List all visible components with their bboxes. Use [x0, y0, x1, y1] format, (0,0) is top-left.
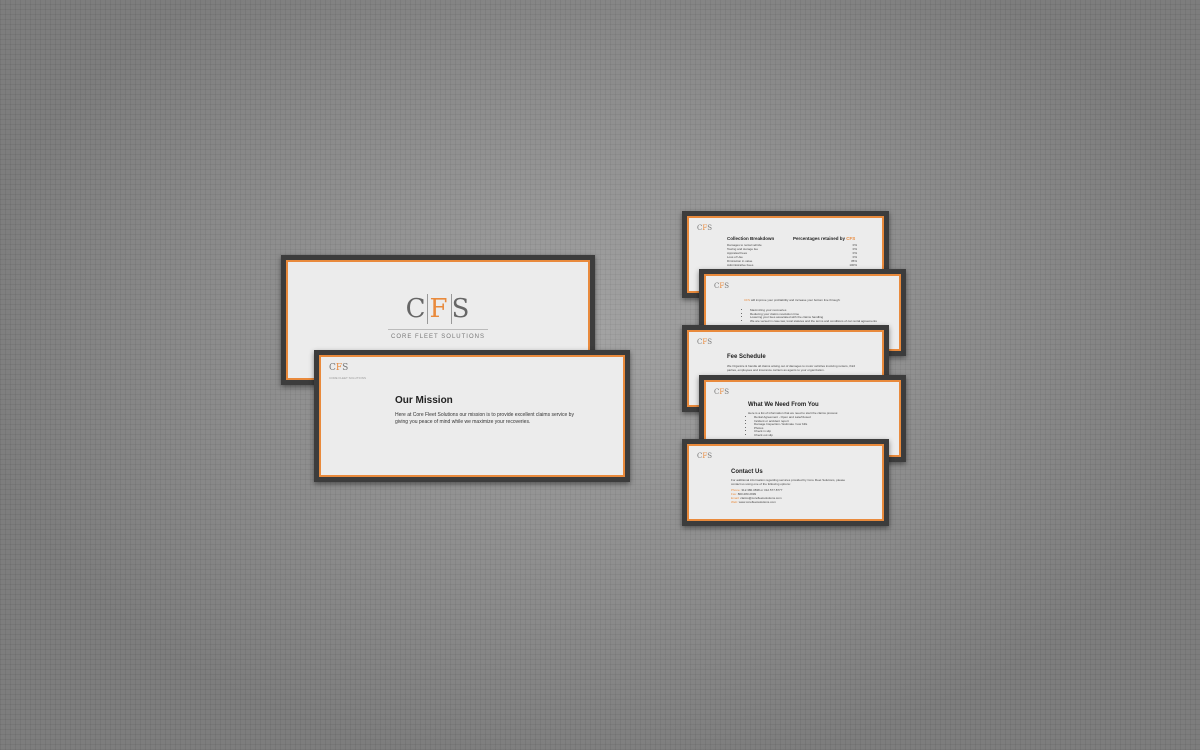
contact-title: Contact Us [731, 469, 763, 475]
mission-text: Here at Core Fleet Solutions our mission… [395, 412, 574, 425]
list-item: Check out slip [754, 433, 894, 438]
fee-schedule-text: We Organize & handle all claims arising … [727, 364, 856, 372]
collection-heading-right: Percentages retained by CFS [793, 236, 856, 241]
mini-logo: CFS [329, 363, 349, 373]
company-name: CORE FLEET SOLUTIONS [391, 334, 485, 340]
mission-title: Our Mission [395, 395, 453, 406]
benefits-list: Maximizing your recoveries Reducing your… [744, 308, 899, 324]
mini-logo: CFS [714, 388, 730, 396]
mission-card-inner: CFS CORE FLEET SOLUTIONS Our Mission Her… [319, 355, 625, 477]
needs-list: Rental Agreement - Open and Late/Closed … [748, 415, 894, 438]
contact-text: For additional information regarding ser… [731, 478, 846, 486]
contact-details: Phone: 312.380.3838 or 312.577.8777 Fax:… [731, 488, 861, 504]
contact-card: CFS Contact Us For additional informatio… [682, 439, 889, 526]
mini-logo: CFS [697, 338, 713, 346]
cfs-logo: CFS [288, 294, 588, 324]
mission-card: CFS CORE FLEET SOLUTIONS Our Mission Her… [314, 350, 630, 482]
mini-logo: CFS [697, 224, 713, 232]
collection-row: Administrative Fees 100% [727, 263, 857, 267]
logo-letter-s: S [451, 294, 471, 324]
needs-title: What We Need From You [748, 402, 819, 408]
collection-list: Damages to rental vehicle 0% Towing and s… [727, 243, 857, 267]
logo-letter-c: C [405, 294, 427, 324]
mini-logo: CFS [714, 282, 730, 290]
fee-schedule-title: Fee Schedule [727, 354, 766, 360]
list-item: We are versed in case law, local statute… [750, 319, 899, 324]
mini-company-name: CORE FLEET SOLUTIONS [329, 376, 366, 380]
mini-logo: CFS [697, 452, 713, 460]
logo-letter-f: F [426, 294, 452, 324]
contact-card-inner: CFS Contact Us For additional informatio… [687, 444, 884, 521]
collection-heading-left: Collection Breakdown [727, 236, 775, 241]
contact-web: Web: www.corefleetsolutions.com [731, 500, 776, 504]
benefits-intro: CFS will improve your profitability and … [744, 298, 841, 302]
logo-divider [388, 329, 488, 330]
